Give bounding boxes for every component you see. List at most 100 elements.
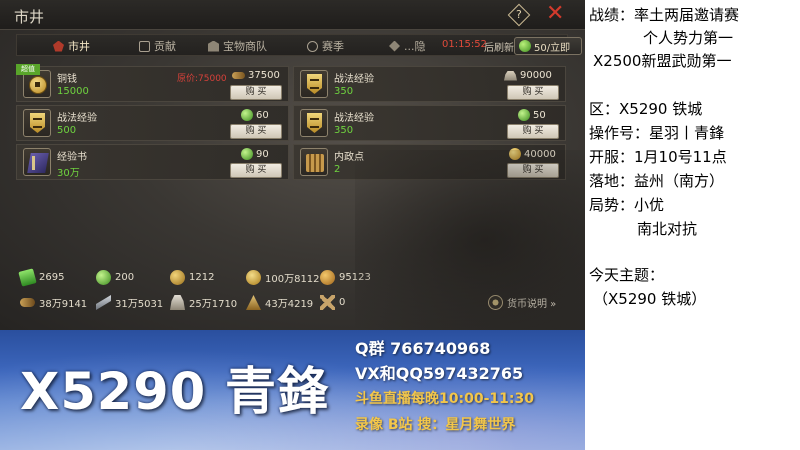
info-landing: 落地：益州（南方） <box>589 172 725 190</box>
ingot-icon <box>504 70 517 81</box>
exp-book-icon[interactable] <box>23 148 51 176</box>
tab-hidden[interactable]: ...隐 <box>389 38 426 54</box>
jade-icon <box>241 109 253 121</box>
caravan-icon <box>208 40 219 52</box>
stream-info-panel: 战绩：率土两届邀请赛 个人势力第一 X2500新盟武勋第一 区：X5290 铁城… <box>585 0 800 450</box>
currency-value: 25万1710 <box>189 299 238 310</box>
tab-bar: 市井 贡献 宝物商队 赛季 ...隐 01:15:52 后刷新 50/立即 <box>16 34 582 56</box>
buy-button[interactable]: 购 买 <box>230 163 282 178</box>
war-exp-medal-icon[interactable] <box>300 70 328 98</box>
info-theme: 今天主题： <box>589 266 665 284</box>
admin-scroll-icon[interactable] <box>300 148 328 176</box>
info-record-cont2: X2500新盟武勋第一 <box>593 52 732 70</box>
refresh-cost-label: 50/立即 <box>534 42 571 54</box>
currency-value: 31万5031 <box>115 299 164 310</box>
game-window: 市井 ? ✕ 市井 贡献 宝物商队 赛季 ...隐 01:15:52 后刷新 5… <box>0 0 585 330</box>
currency-help-link[interactable]: 货币说明 » <box>488 295 556 310</box>
currency-value: 200 <box>115 272 135 283</box>
currency-copper: 100万8112 <box>246 270 320 285</box>
buy-button[interactable]: 购 买 <box>230 85 282 100</box>
help-button[interactable]: ? <box>507 3 531 27</box>
medal-icon <box>170 270 185 285</box>
banknote-icon <box>18 268 37 287</box>
jade-icon <box>96 270 111 285</box>
currency-wheat: 43万4219 <box>246 295 313 310</box>
tab-contribution[interactable]: 贡献 <box>139 38 176 54</box>
currency-value: 2695 <box>39 272 65 283</box>
stream-banner: X5290 青鋒 Q群 766740968 VX和QQ597432765 斗鱼直… <box>0 330 585 450</box>
info-icon <box>488 295 503 310</box>
info-operator: 操作号：星羽丨青鋒 <box>589 124 725 142</box>
currency-value: 1212 <box>189 272 215 283</box>
item-price: 60 <box>241 109 269 121</box>
shop-item: 战法经验 350 90000 购 买 <box>293 66 566 102</box>
tab-season[interactable]: 赛季 <box>307 38 344 54</box>
gold-coin-icon <box>509 148 521 160</box>
jade-icon <box>518 109 530 121</box>
recording-info-text: 录像 B站 搜：星月舞世界 <box>355 417 516 433</box>
item-name: 战法经验 <box>334 74 374 85</box>
banner-title: X5290 青鋒 <box>20 363 330 422</box>
item-price: 40000 <box>509 148 556 160</box>
instant-refresh-button[interactable]: 50/立即 <box>514 37 582 55</box>
currency-value: 38万9141 <box>39 299 88 310</box>
contact-text: VX和QQ597432765 <box>355 364 524 383</box>
season-icon <box>307 40 318 52</box>
currency-grain: 95123 <box>320 270 371 285</box>
refresh-label: 后刷新 <box>484 43 514 54</box>
price-value: 60 <box>256 109 269 121</box>
buy-button[interactable]: 购 买 <box>230 124 282 139</box>
grain-icon <box>320 270 335 285</box>
item-price: 90 <box>241 148 269 160</box>
tab-label: 赛季 <box>322 40 344 53</box>
info-theme-value: （X5290 铁城） <box>593 290 707 308</box>
currency-value: 95123 <box>339 272 371 283</box>
copper-coin-icon <box>246 270 261 285</box>
tab-label: 贡献 <box>154 40 176 53</box>
info-situation: 局势：小优 <box>589 196 665 214</box>
qq-group-text: Q群 766740968 <box>355 339 491 358</box>
currency-medal: 1212 <box>170 270 214 285</box>
tab-treasure-caravan[interactable]: 宝物商队 <box>208 38 267 54</box>
item-name: 战法经验 <box>334 113 374 124</box>
item-amount: 350 <box>334 125 354 136</box>
war-exp-medal-icon[interactable] <box>300 109 328 137</box>
currency-bar: 2695 200 1212 100万8112 95123 38万9141 31万… <box>16 262 571 322</box>
shop-item: 铜钱 15000 原价:75000 37500 购 买 <box>16 66 289 102</box>
buy-button[interactable]: 购 买 <box>507 124 559 139</box>
wheat-icon <box>246 295 261 310</box>
currency-jade: 200 <box>96 270 134 285</box>
tab-label: 市井 <box>68 40 90 53</box>
title-bar: 市井 ? ✕ <box>0 0 585 30</box>
buy-button[interactable]: 购 买 <box>507 85 559 100</box>
currency-value: 0 <box>339 297 346 308</box>
item-amount: 30万 <box>57 168 80 179</box>
iron-icon <box>96 295 111 310</box>
info-record: 战绩：率土两届邀请赛 <box>589 6 740 24</box>
wood-icon <box>20 298 35 307</box>
item-amount: 15000 <box>57 86 89 97</box>
currency-value: 43万4219 <box>265 299 314 310</box>
sale-badge: 超值 <box>16 64 40 75</box>
question-icon: ? <box>516 8 522 21</box>
close-button[interactable]: ✕ <box>546 3 564 25</box>
shop-item: 战法经验 500 60 购 买 <box>16 105 289 141</box>
currency-merit: 0 <box>320 295 345 310</box>
item-amount: 500 <box>57 125 77 136</box>
price-value: 50 <box>533 109 546 121</box>
crossed-swords-icon <box>320 295 335 310</box>
item-price: 90000 <box>504 70 552 81</box>
tab-market[interactable]: 市井 <box>53 38 90 54</box>
item-name: 内政点 <box>334 152 364 163</box>
tab-label: ...隐 <box>404 40 426 53</box>
jade-icon <box>519 40 531 52</box>
buy-button[interactable]: 购 买 <box>507 163 559 178</box>
item-price: 37500 <box>232 70 280 81</box>
currency-help-label: 货币说明 » <box>507 299 557 310</box>
item-amount: 350 <box>334 86 354 97</box>
jade-icon <box>241 148 253 160</box>
price-value: 90000 <box>520 70 552 81</box>
price-value: 37500 <box>248 70 280 81</box>
war-exp-medal-icon[interactable] <box>23 109 51 137</box>
info-situation-cont: 南北对抗 <box>637 220 698 238</box>
